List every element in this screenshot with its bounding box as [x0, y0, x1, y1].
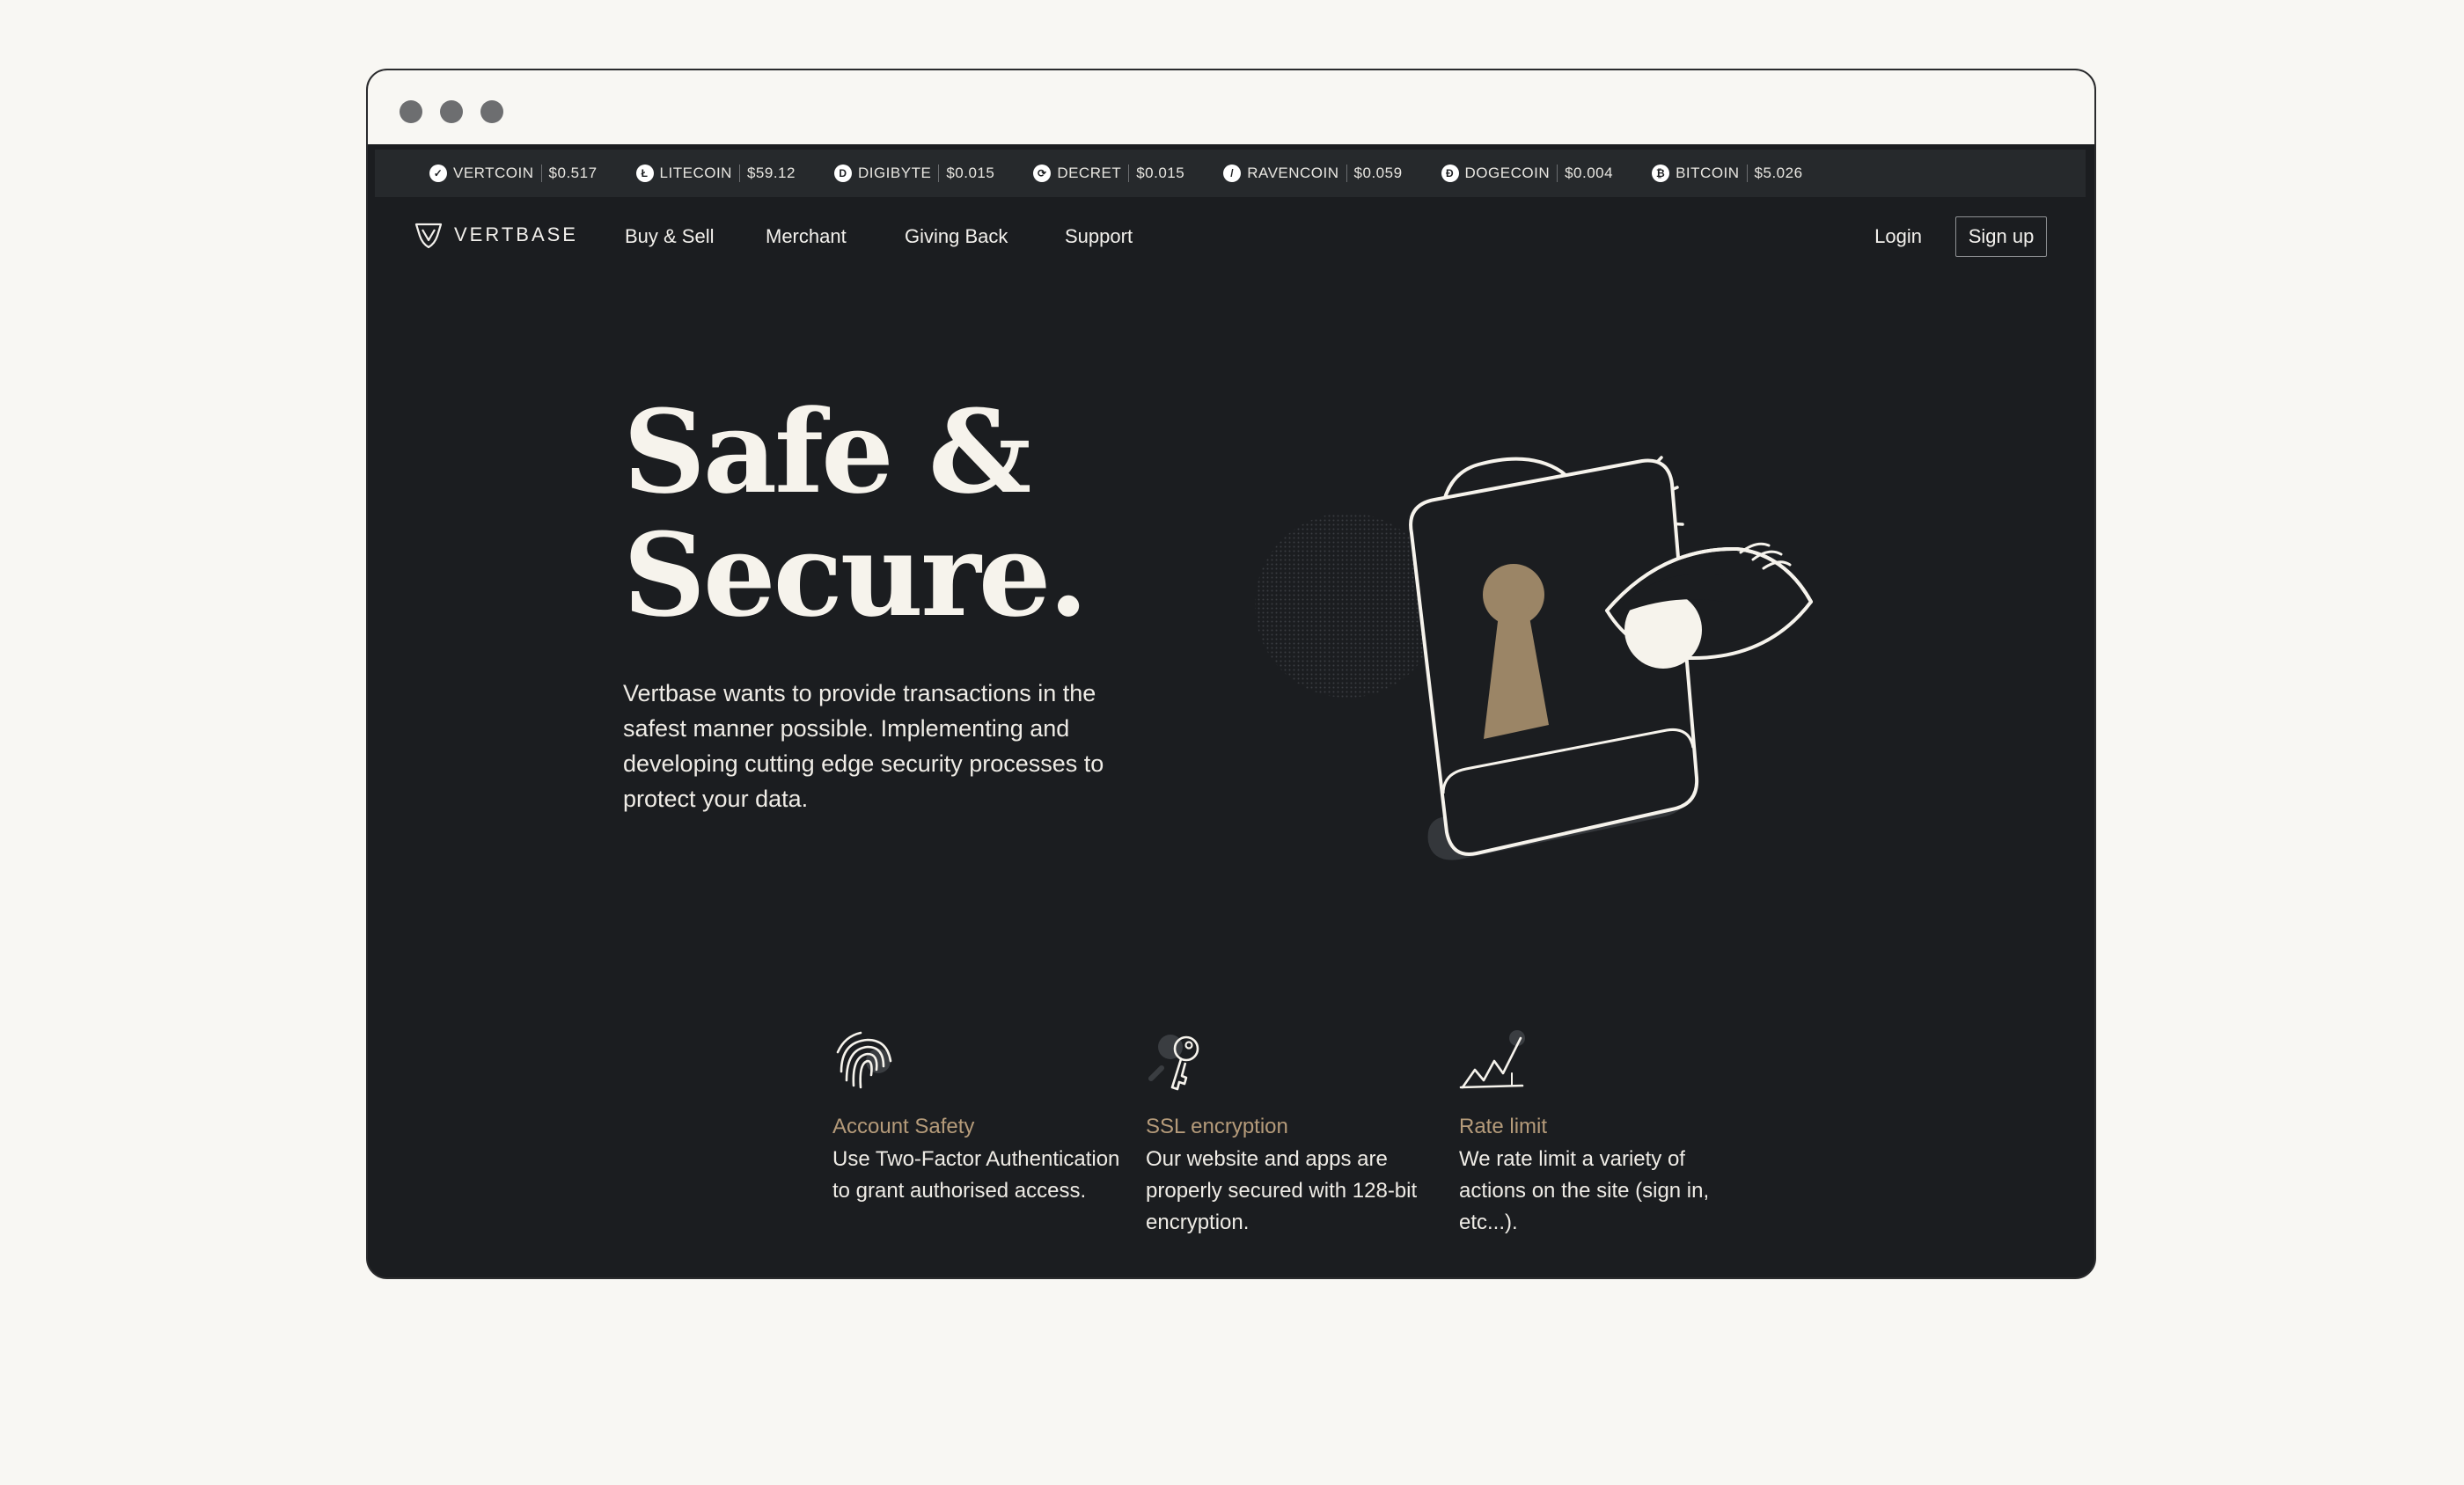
feature-text: We rate limit a variety of actions on th…: [1459, 1147, 1710, 1234]
ticker-coin-name: RAVENCOIN: [1247, 165, 1339, 181]
brand-name: VERTBASE: [454, 223, 578, 245]
fingerprint-icon: [836, 1031, 892, 1089]
window-minimize-dot[interactable]: [440, 100, 463, 123]
digibyte-icon: D: [833, 165, 852, 182]
nav-link-buy-sell[interactable]: Buy & Sell: [625, 225, 715, 248]
ticker-coin-name: DIGIBYTE: [857, 165, 932, 181]
hero-title-line-1: Safe &: [623, 384, 1031, 519]
window-maximize-dot[interactable]: [480, 100, 503, 123]
key-icon: [1148, 1035, 1199, 1091]
ticker-coin-name: DECRET: [1057, 165, 1122, 181]
ticker-coin-price: $0.059: [1353, 165, 1403, 181]
ticker-coin-price: $59.12: [746, 165, 796, 181]
chart-line-icon: [1459, 1030, 1525, 1089]
vertbase-logo-icon: [414, 223, 443, 249]
ticker-divider: [1128, 165, 1130, 182]
ticker-item-digibyte[interactable]: D DIGIBYTE $0.015: [833, 150, 995, 197]
nav-link-merchant[interactable]: Merchant: [766, 225, 847, 248]
ticker-coin-name: DOGECOIN: [1464, 165, 1551, 181]
ticker-divider: [738, 165, 740, 182]
browser-window: ✓ VERTCOIN $0.517 Ł LITECOIN $59.12 D DI…: [366, 69, 2096, 1279]
login-link[interactable]: Login: [1874, 225, 1922, 248]
ticker-divider: [1557, 165, 1558, 182]
ticker-divider: [1746, 165, 1748, 182]
vertcoin-icon: ✓: [429, 165, 447, 182]
nav-link-giving-back[interactable]: Giving Back: [905, 225, 1008, 248]
ticker-item-ravencoin[interactable]: / RAVENCOIN $0.059: [1223, 150, 1402, 197]
price-ticker: ✓ VERTCOIN $0.517 Ł LITECOIN $59.12 D DI…: [375, 150, 2086, 197]
feature-rate-limit: Rate limit We rate limit a variety of ac…: [1459, 1028, 1749, 1239]
ticker-coin-name: VERTCOIN: [453, 165, 534, 181]
bitcoin-icon: ₿: [1652, 165, 1670, 182]
page-content: ✓ VERTCOIN $0.517 Ł LITECOIN $59.12 D DI…: [368, 144, 2094, 1277]
ticker-item-dogecoin[interactable]: Ð DOGECOIN $0.004: [1441, 150, 1614, 197]
ticker-item-decred[interactable]: ⟳ DECRET $0.015: [1033, 150, 1184, 197]
feature-text: Our website and apps are properly secure…: [1146, 1147, 1418, 1234]
ticker-coin-name: LITECOIN: [659, 165, 732, 181]
dogecoin-icon: Ð: [1441, 165, 1459, 182]
ticker-item-bitcoin[interactable]: ₿ BITCOIN $5.026: [1652, 150, 1802, 197]
feature-ssl-encryption: SSL encryption Our website and apps are …: [1146, 1028, 1436, 1239]
ticker-divider: [1346, 165, 1347, 182]
feature-title: Rate limit: [1459, 1115, 1548, 1138]
ticker-coin-price: $0.517: [548, 165, 598, 181]
ravencoin-icon: /: [1223, 165, 1242, 182]
signup-button[interactable]: Sign up: [1955, 216, 2047, 257]
hero-title: Safe & Secure.: [623, 384, 1089, 642]
ticker-divider: [938, 165, 940, 182]
feature-account-safety: Account Safety Use Two-Factor Authentica…: [832, 1028, 1123, 1207]
feature-title: SSL encryption: [1146, 1115, 1288, 1138]
ticker-coin-price: $5.026: [1754, 165, 1803, 181]
litecoin-icon: Ł: [635, 165, 654, 182]
ticker-coin-price: $0.015: [946, 165, 995, 181]
hero-description: Vertbase wants to provide transactions i…: [623, 680, 1104, 812]
ticker-divider: [540, 165, 542, 182]
ticker-item-litecoin[interactable]: Ł LITECOIN $59.12: [635, 150, 796, 197]
nav-link-support[interactable]: Support: [1065, 225, 1133, 248]
ticker-coin-price: $0.015: [1136, 165, 1185, 181]
brand-logo-link[interactable]: VERTBASE: [414, 220, 578, 250]
ticker-item-vertcoin[interactable]: ✓ VERTCOIN $0.517: [429, 150, 598, 197]
feature-text: Use Two-Factor Authentication to grant a…: [832, 1147, 1120, 1203]
ticker-coin-name: BITCOIN: [1676, 165, 1740, 181]
window-close-dot[interactable]: [400, 100, 422, 123]
ticker-coin-price: $0.004: [1565, 165, 1614, 181]
padlock-eye-illustration: [1255, 456, 1813, 860]
hero-title-line-2: Secure.: [623, 508, 1089, 642]
decred-icon: ⟳: [1033, 165, 1052, 182]
browser-titlebar: [368, 70, 2094, 146]
main-navbar: VERTBASE Buy & Sell Merchant Giving Back…: [368, 197, 2094, 276]
feature-title: Account Safety: [832, 1115, 975, 1138]
